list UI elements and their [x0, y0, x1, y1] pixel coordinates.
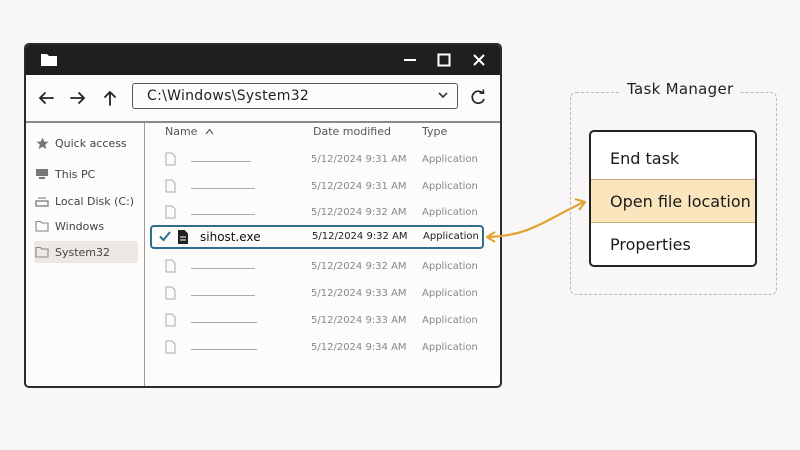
menu-item-properties[interactable]: Properties — [591, 222, 755, 265]
task-manager-title: Task Manager — [621, 80, 740, 98]
menu-item-end-task[interactable]: End task — [591, 136, 755, 180]
menu-item-open-file-location[interactable]: Open file location — [591, 179, 755, 223]
context-menu: End task Open file location Properties — [589, 130, 757, 267]
